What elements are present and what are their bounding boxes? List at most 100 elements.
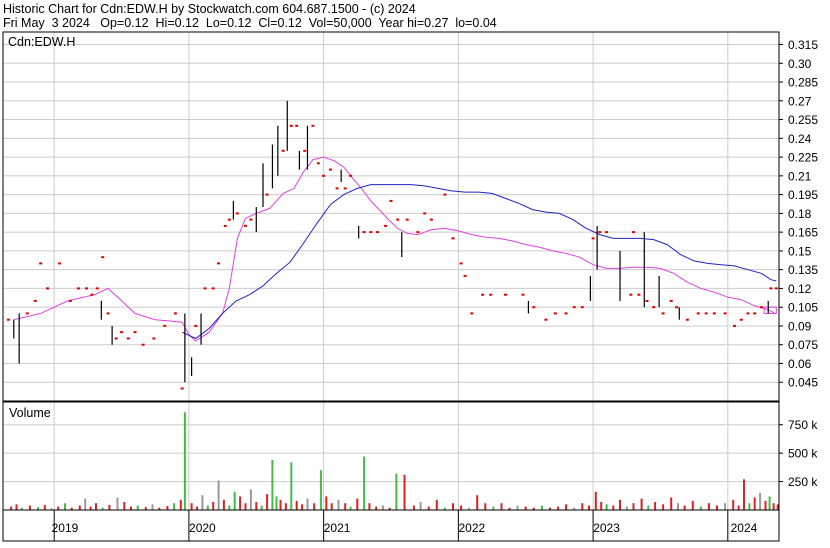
close-marker [141, 343, 145, 346]
volume-bar [190, 503, 193, 510]
volume-bar [284, 503, 287, 510]
volume-bar [43, 504, 46, 510]
close-marker [451, 237, 455, 240]
close-marker [289, 124, 293, 127]
price-tick-label: 0.315 [788, 38, 818, 52]
close-marker [173, 312, 177, 315]
volume-bar [492, 506, 495, 510]
volume-bar [691, 500, 694, 510]
volume-bar [484, 503, 487, 510]
year-label: 2019 [52, 521, 79, 535]
close-marker [580, 306, 584, 309]
close-marker [211, 287, 215, 290]
volume-bar [772, 503, 775, 510]
volume-bar [594, 491, 597, 510]
close-marker [203, 287, 207, 290]
volume-bar [452, 503, 454, 510]
price-tick-label: 0.09 [788, 319, 812, 333]
volume-bar [84, 498, 87, 510]
volume-bar [619, 499, 621, 510]
close-marker [384, 224, 388, 227]
close-marker [349, 174, 353, 177]
volume-bar [683, 505, 686, 510]
volume-bar [677, 503, 679, 510]
volume-bar [600, 502, 603, 510]
volume-bar [368, 503, 371, 510]
symbol-label: Cdn:EDW.H [8, 35, 75, 49]
close-marker [316, 162, 320, 165]
volume-bar [716, 505, 718, 510]
volume-bar [108, 504, 111, 510]
close-marker [68, 299, 72, 302]
volume-bar [670, 497, 673, 510]
price-tick-label: 0.24 [788, 132, 812, 146]
volume-bar [15, 504, 18, 510]
volume-bar [206, 505, 209, 510]
volume-bar [255, 502, 258, 510]
volume-bar [565, 504, 568, 510]
close-marker [712, 312, 716, 315]
price-tick-label: 0.105 [788, 301, 818, 315]
close-marker [133, 331, 137, 334]
price-tick-label: 0.21 [788, 169, 812, 183]
price-tick-label: 0.045 [788, 376, 818, 390]
year-label: 2020 [189, 521, 216, 535]
volume-bar [89, 506, 92, 510]
volume-bar [266, 494, 269, 510]
volume-bar [64, 503, 66, 510]
volume-bar [313, 503, 316, 510]
close-marker [25, 312, 29, 315]
price-tick-label: 0.18 [788, 207, 812, 221]
volume-bar [476, 495, 479, 510]
close-marker [572, 306, 576, 309]
close-marker [396, 218, 400, 221]
close-marker [652, 306, 656, 309]
volume-bar [588, 505, 590, 510]
close-marker [265, 193, 269, 196]
close-marker [90, 293, 94, 296]
volume-bar [356, 498, 359, 510]
close-marker [343, 187, 347, 190]
volume-bar [28, 505, 31, 510]
volume-bar [275, 496, 278, 510]
close-marker [605, 231, 609, 234]
close-marker [463, 274, 467, 277]
chart-svg: Historic Chart for Cdn:EDW.H by Stockwat… [0, 0, 830, 543]
close-marker [85, 287, 88, 290]
volume-bar [699, 506, 702, 510]
volume-bar [279, 499, 282, 510]
price-tick-label: 0.30 [788, 57, 812, 71]
volume-bar [427, 506, 430, 510]
close-marker [774, 287, 778, 290]
volume-bar [460, 505, 463, 510]
close-marker [362, 231, 366, 234]
close-marker [114, 337, 118, 340]
volume-bar [412, 505, 415, 510]
close-marker [6, 318, 10, 321]
volume-bar [768, 496, 771, 510]
close-marker [101, 256, 105, 259]
close-marker [769, 287, 773, 290]
volume-bar [403, 474, 406, 510]
close-marker [443, 193, 447, 196]
close-marker [322, 174, 326, 177]
volume-bar [435, 499, 438, 510]
close-marker [33, 299, 37, 302]
close-marker [598, 231, 602, 234]
volume-bar [737, 505, 740, 510]
price-tick-label: 0.12 [788, 282, 812, 296]
volume-bar [776, 504, 779, 510]
volume-bar [557, 506, 560, 510]
close-marker [470, 312, 474, 315]
close-marker [106, 312, 110, 315]
volume-bar [581, 503, 584, 510]
close-marker [696, 312, 700, 315]
close-marker [405, 218, 409, 221]
price-tick-label: 0.195 [788, 188, 818, 202]
volume-bar [724, 503, 727, 510]
close-marker [328, 168, 332, 171]
price-tick-label: 0.285 [788, 76, 818, 90]
year-label: 2023 [593, 521, 620, 535]
volume-bar [319, 470, 322, 510]
price-tick-label: 0.225 [788, 151, 818, 165]
